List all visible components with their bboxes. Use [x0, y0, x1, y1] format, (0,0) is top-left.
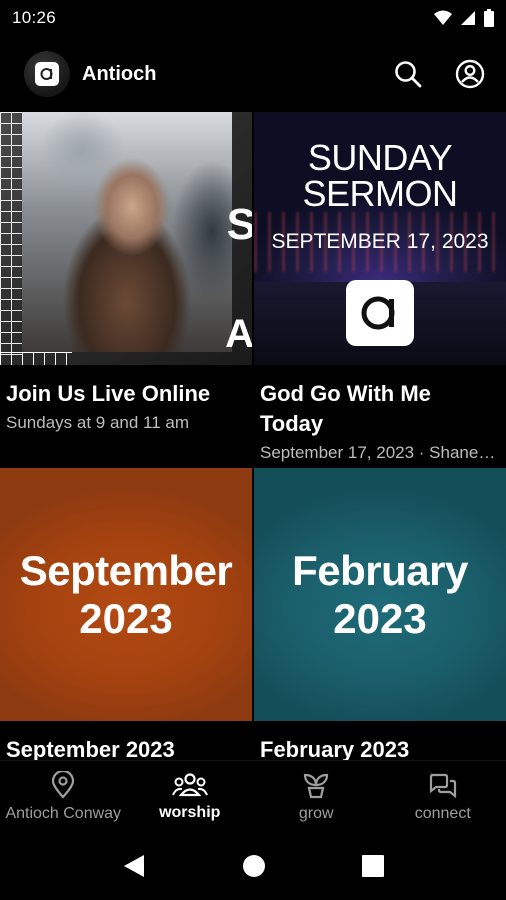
account-button[interactable] — [450, 54, 490, 94]
nav-item-connect[interactable]: connect — [380, 761, 506, 832]
account-icon — [455, 59, 485, 89]
content-card-sermon[interactable]: SUNDAY SERMON SEPTEMBER 17, 2023 God Go … — [254, 112, 506, 463]
card-title: September 2023 — [6, 737, 175, 760]
status-time: 10:26 — [12, 8, 57, 27]
nav-label: Antioch Conway — [5, 804, 122, 822]
worship-leader-photo — [22, 112, 232, 352]
home-icon[interactable] — [242, 854, 266, 878]
thumb-year: 2023 — [79, 594, 173, 642]
thumb-letter: S — [226, 200, 252, 249]
thumb-year: 2023 — [333, 594, 427, 642]
nav-label: worship — [159, 803, 221, 821]
card-subtitle: September 17, 2023 · Shane Pruitt — [260, 443, 506, 462]
nav-label: connect — [414, 804, 471, 822]
content-card-september[interactable]: September 2023 September 2023 — [0, 468, 252, 760]
church-logo-mark — [35, 62, 59, 86]
app-bar: Antioch — [0, 36, 506, 112]
nav-item-grow[interactable]: grow — [253, 761, 380, 832]
system-navigation — [0, 832, 506, 900]
status-bar: 10:26 — [0, 0, 506, 36]
status-icons — [434, 9, 494, 27]
content-card-february[interactable]: February 2023 February 2023 — [254, 468, 506, 760]
church-logo-mark — [346, 280, 414, 346]
location-pin-icon — [52, 770, 75, 799]
sprout-icon — [304, 773, 329, 798]
content-grid: S A Join Us Live Online Sundays at 9 and… — [0, 112, 506, 760]
thumb-month: February — [292, 546, 468, 594]
signal-icon — [461, 11, 475, 25]
thumb-month: September — [19, 546, 233, 594]
bottom-navigation: Antioch Conway worship grow connect — [0, 760, 506, 832]
card-title: God Go With Me Today — [260, 381, 431, 436]
content-card-live[interactable]: S A Join Us Live Online Sundays at 9 and… — [0, 112, 252, 433]
sermon-heading: SUNDAY SERMON — [254, 140, 506, 212]
card-subtitle: Sundays at 9 and 11 am — [6, 413, 190, 432]
wifi-icon — [434, 10, 452, 25]
thumb-letter: A — [225, 312, 252, 356]
sermon-heading-line: SERMON — [302, 173, 458, 214]
grid-decoration — [0, 352, 72, 365]
card-thumbnail: September 2023 — [0, 468, 252, 721]
nav-item-antioch-conway[interactable]: Antioch Conway — [0, 761, 127, 832]
church-logo[interactable] — [24, 51, 70, 97]
search-icon — [395, 61, 422, 88]
people-icon — [171, 772, 208, 796]
grid-decoration — [0, 112, 22, 365]
battery-icon — [484, 9, 494, 27]
card-thumbnail: SUNDAY SERMON SEPTEMBER 17, 2023 — [254, 112, 506, 365]
card-thumbnail: S A — [0, 112, 252, 365]
card-thumbnail: February 2023 — [254, 468, 506, 721]
nav-label: grow — [298, 804, 334, 822]
app-title: Antioch — [82, 62, 157, 85]
nav-item-worship[interactable]: worship — [127, 761, 254, 832]
chat-bubbles-icon — [429, 773, 456, 798]
recents-icon[interactable] — [362, 855, 384, 877]
sermon-date: SEPTEMBER 17, 2023 — [271, 230, 489, 253]
card-title: Join Us Live Online — [6, 381, 211, 406]
back-icon[interactable] — [122, 853, 146, 879]
card-title: February 2023 — [260, 737, 410, 760]
search-button[interactable] — [388, 54, 428, 94]
sermon-heading-line: SUNDAY — [307, 137, 453, 178]
